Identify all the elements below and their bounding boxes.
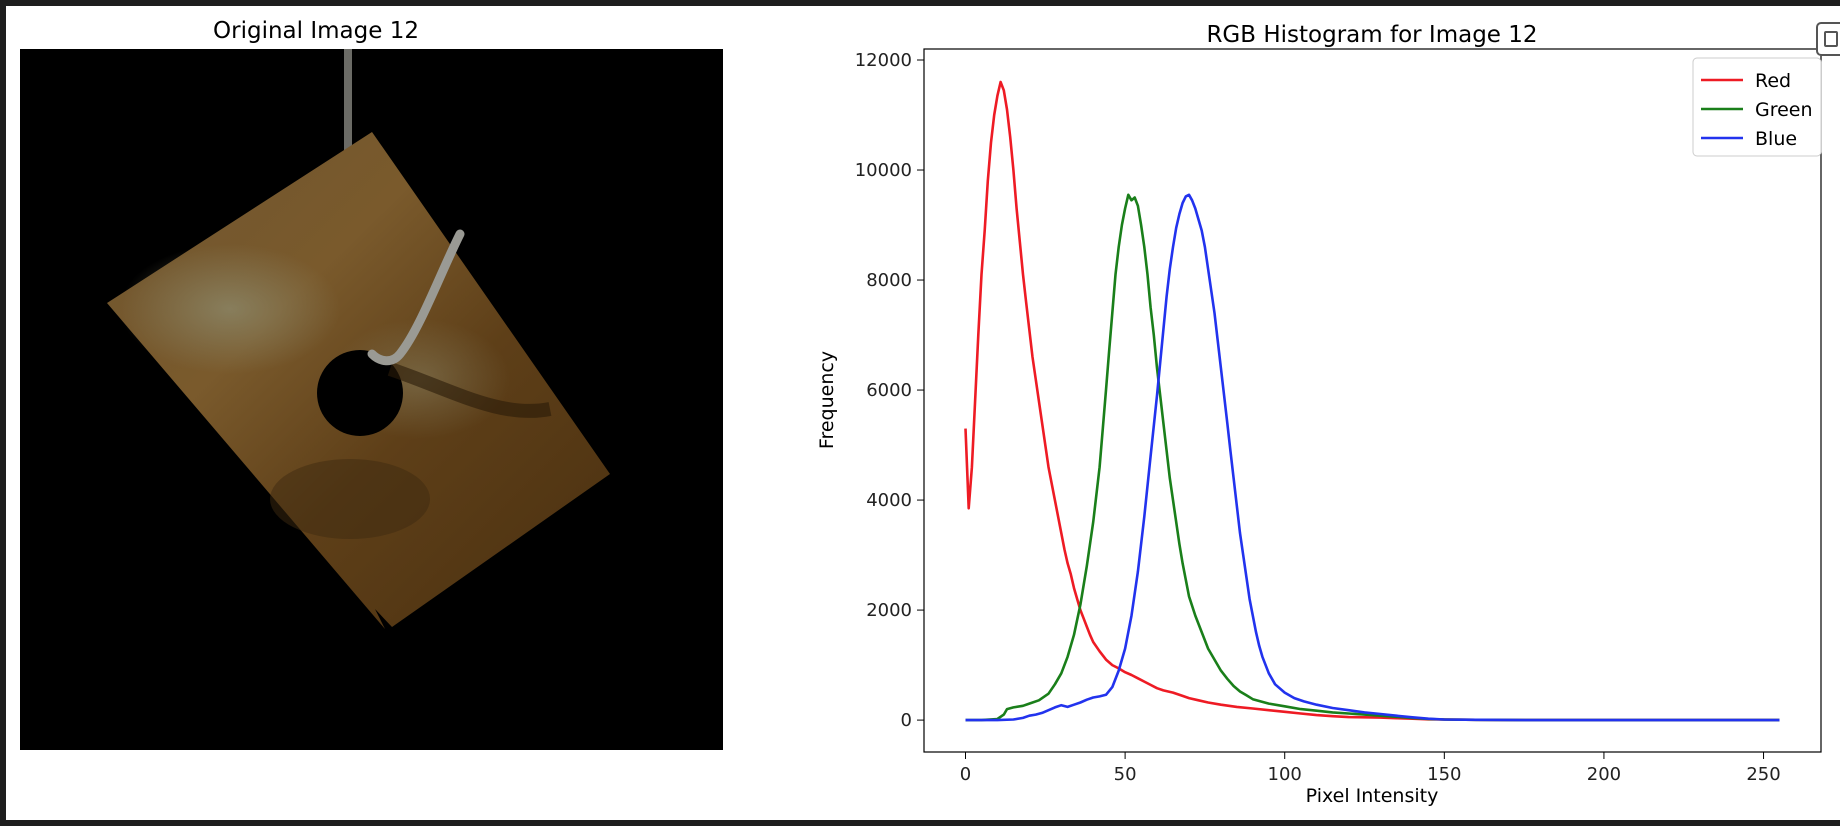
rgb-histogram-chart: RGB Histogram for Image 12 0 50 100 150 200 2…: [816, 22, 1822, 807]
x-tick-label: 100: [1268, 764, 1302, 785]
legend-label-green: Green: [1755, 99, 1813, 121]
y-axis-label: Frequency: [816, 351, 838, 449]
x-tick-label: 0: [960, 764, 971, 785]
x-tick-label: 250: [1746, 764, 1780, 785]
x-tick-label: 200: [1587, 764, 1621, 785]
legend-label-red: Red: [1755, 70, 1791, 92]
y-tick-label: 0: [901, 710, 912, 731]
x-tick-label: 150: [1427, 764, 1461, 785]
series-line-green: [965, 193, 1780, 722]
series-line-red: [964, 80, 1780, 722]
y-tick-label: 2000: [866, 600, 912, 621]
x-tick-label: 50: [1114, 764, 1137, 785]
axis-ticks: 0 50 100 150 200 250 0 2000 4000 6000 8000 10000 120…: [855, 50, 1781, 785]
chart-title: RGB Histogram for Image 12: [1206, 22, 1537, 48]
copy-icon[interactable]: [1816, 22, 1840, 56]
y-tick-label: 12000: [855, 50, 912, 71]
data-lines: [964, 80, 1780, 722]
y-tick-label: 10000: [855, 160, 912, 181]
figure-canvas: Original Image 12 RGB Histogram for Imag…: [6, 6, 1840, 820]
plot-area: [923, 48, 1822, 753]
y-tick-label: 6000: [866, 380, 912, 401]
series-line-blue: [965, 193, 1780, 722]
y-tick-label: 4000: [866, 490, 912, 511]
legend-label-blue: Blue: [1755, 128, 1797, 150]
legend: Red Green Blue: [1692, 57, 1822, 157]
x-axis-label: Pixel Intensity: [1306, 785, 1439, 807]
y-tick-label: 8000: [866, 270, 912, 291]
